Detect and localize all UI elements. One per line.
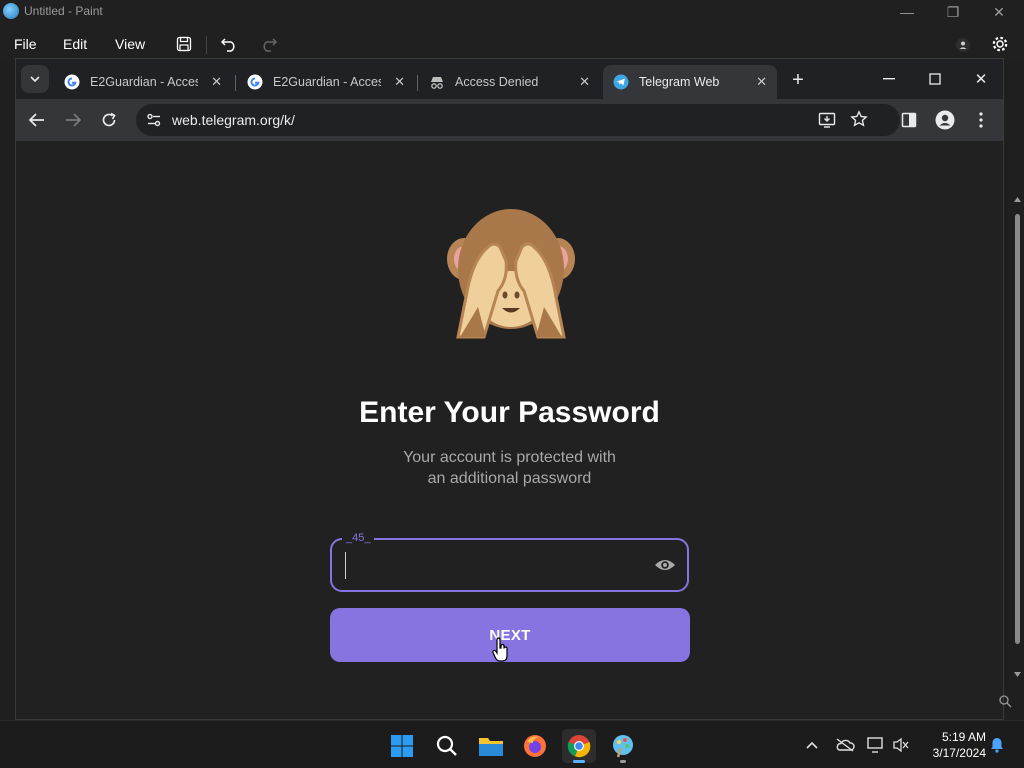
window-title: Untitled - Paint [24, 4, 103, 18]
forward-icon[interactable] [60, 107, 86, 133]
tab-divider [417, 75, 418, 91]
minimize-button[interactable]: — [884, 0, 930, 24]
tab-label: Access Denied [455, 75, 539, 89]
page-title: Enter Your Password [359, 396, 660, 429]
tab-e2guardian-1[interactable]: E2Guardian - Access ✕ [54, 65, 232, 99]
url-text: web.telegram.org/k/ [172, 112, 295, 128]
tab-telegram-web[interactable]: Telegram Web ✕ [603, 65, 777, 99]
menu-edit[interactable]: Edit [63, 36, 87, 52]
zoom-icon[interactable] [998, 694, 1014, 710]
close-button[interactable]: ✕ [976, 0, 1022, 24]
redo-icon[interactable] [257, 32, 281, 56]
show-password-eye-icon[interactable] [654, 557, 676, 573]
install-app-icon[interactable] [818, 111, 836, 129]
hand-pointer-cursor-icon [492, 637, 510, 663]
tab-close-icon[interactable]: ✕ [211, 74, 222, 90]
menu-file[interactable]: File [14, 36, 37, 52]
chrome-icon[interactable] [562, 729, 596, 763]
address-bar[interactable]: web.telegram.org/k/ [136, 104, 900, 136]
menu-view[interactable]: View [115, 36, 145, 52]
toolbar-divider [206, 36, 207, 54]
paint-app-icon [3, 3, 19, 19]
account-icon[interactable] [952, 34, 974, 56]
tab-close-icon[interactable]: ✕ [394, 74, 405, 90]
new-tab-icon[interactable]: + [787, 69, 809, 91]
browser-close-icon[interactable]: ✕ [968, 68, 994, 90]
vertical-scrollbar[interactable] [1011, 192, 1024, 682]
save-icon[interactable] [172, 32, 196, 56]
site-info-icon[interactable] [146, 112, 162, 128]
search-icon[interactable] [430, 729, 464, 763]
tab-label: Telegram Web [639, 75, 720, 89]
text-caret [345, 552, 346, 579]
paint-title-bar: Untitled - Paint — ❐ ✕ [0, 0, 1024, 24]
browser-toolbar: web.telegram.org/k/ [16, 99, 1003, 141]
password-field-label: _45_ [342, 532, 375, 544]
next-button[interactable]: NEXT [330, 608, 690, 662]
incognito-icon [429, 74, 445, 90]
show-hidden-icons-chevron-icon[interactable] [802, 735, 822, 755]
settings-gear-icon[interactable] [988, 32, 1012, 56]
network-icon[interactable] [866, 735, 886, 755]
firefox-icon[interactable] [518, 729, 552, 763]
tab-access-denied[interactable]: Access Denied ✕ [419, 65, 600, 99]
subtitle-line: an additional password [427, 470, 592, 487]
tab-e2guardian-2[interactable]: E2Guardian - Access ✕ [237, 65, 415, 99]
onedrive-icon[interactable] [835, 735, 855, 755]
page-subtitle: Your account is protected with an additi… [16, 447, 1003, 489]
tab-strip: E2Guardian - Access ✕ E2Guardian - Acces… [16, 59, 1003, 99]
file-explorer-icon[interactable] [474, 729, 508, 763]
tab-search-button[interactable] [21, 65, 49, 93]
browser-maximize-icon[interactable] [922, 68, 948, 90]
google-g-icon [247, 74, 263, 90]
restore-button[interactable]: ❐ [930, 0, 976, 24]
paint-app-icon[interactable] [606, 729, 640, 763]
bookmark-star-icon[interactable] [850, 110, 870, 130]
clock-date: 3/17/2024 [932, 746, 986, 760]
clock-time: 5:19 AM [941, 730, 986, 744]
password-input[interactable] [330, 538, 689, 592]
tab-label: E2Guardian - Access [273, 75, 381, 89]
taskbar: 5:19 AM 3/17/2024 [0, 720, 1024, 768]
telegram-icon [613, 74, 629, 90]
browser-minimize-icon[interactable] [876, 68, 902, 90]
tab-divider [235, 75, 236, 91]
notification-bell-icon[interactable] [987, 735, 1007, 755]
monkey-hiding-eyes-icon [444, 207, 578, 343]
paint-menu-bar: File Edit View [0, 24, 1024, 60]
volume-muted-icon[interactable] [891, 735, 911, 755]
telegram-password-page: Enter Your Password Your account is prot… [16, 141, 1003, 719]
tab-close-icon[interactable]: ✕ [756, 74, 767, 90]
system-clock[interactable]: 5:19 AM 3/17/2024 [916, 729, 986, 761]
windows-start-icon[interactable] [385, 729, 419, 763]
back-icon[interactable] [24, 107, 50, 133]
undo-icon[interactable] [217, 32, 241, 56]
tab-close-icon[interactable]: ✕ [579, 74, 590, 90]
tab-label: E2Guardian - Access [90, 75, 198, 89]
more-menu-icon[interactable] [968, 107, 994, 133]
google-g-icon [64, 74, 80, 90]
browser-window: E2Guardian - Access ✕ E2Guardian - Acces… [15, 58, 1004, 720]
reload-icon[interactable] [96, 107, 122, 133]
side-panel-icon[interactable] [896, 107, 922, 133]
profile-icon[interactable] [932, 107, 958, 133]
subtitle-line: Your account is protected with [403, 449, 616, 466]
